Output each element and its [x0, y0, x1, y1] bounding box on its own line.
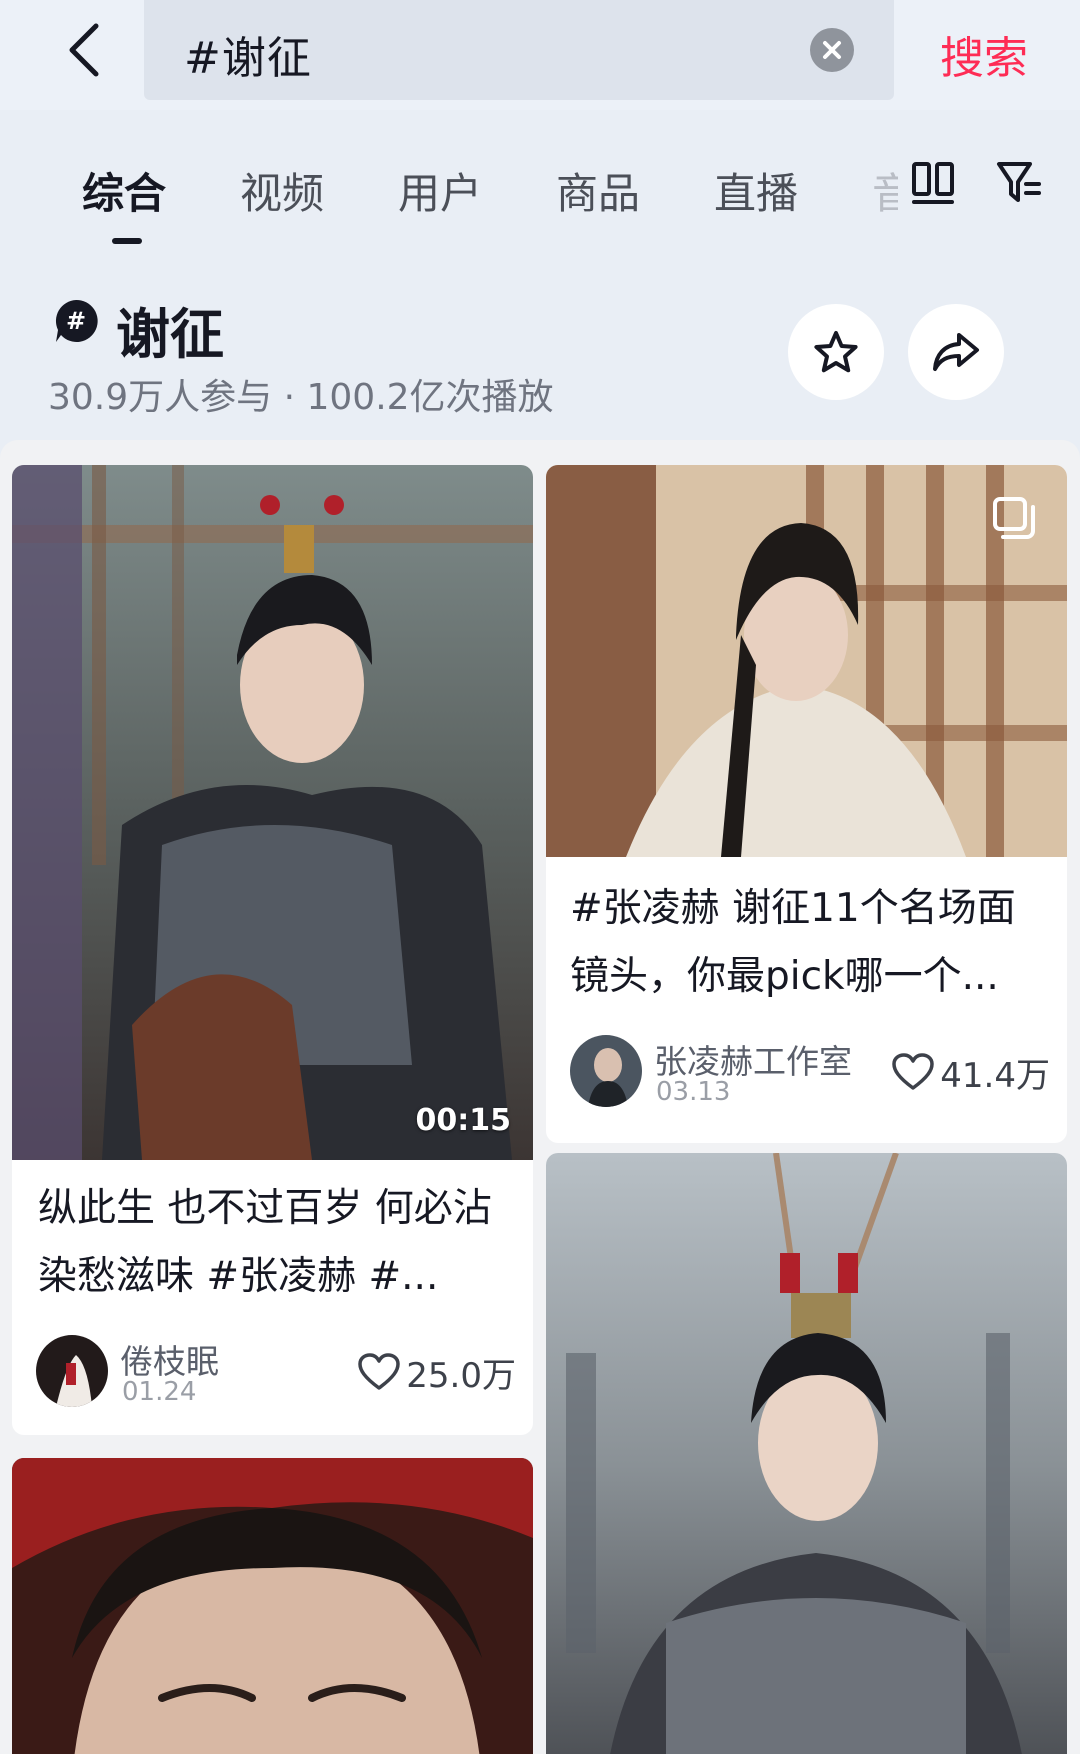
topic-stats: 30.9万人参与 · 100.2亿次播放: [48, 377, 554, 418]
share-arrow-icon: [933, 333, 979, 371]
tab-videos[interactable]: 视频: [240, 160, 324, 221]
avatar[interactable]: [570, 1035, 642, 1107]
post-thumbnail[interactable]: [546, 465, 1067, 857]
double-column-icon[interactable]: [910, 160, 956, 206]
search-submit-button[interactable]: 搜索: [940, 22, 1028, 86]
like-count-text: 25.0万: [406, 1355, 516, 1396]
video-card-partial[interactable]: [12, 1458, 533, 1754]
like-count[interactable]: 25.0万: [358, 1347, 516, 1397]
video-thumbnail[interactable]: [546, 1153, 1067, 1754]
active-tab-indicator: [112, 238, 142, 244]
tab-music-partial[interactable]: 音: [872, 160, 898, 221]
clear-search-button[interactable]: [810, 28, 854, 72]
card-author[interactable]: 张凌赫工作室 03.13 41.4万: [570, 1035, 1050, 1111]
search-query-text[interactable]: #谢征: [184, 22, 312, 86]
like-count-text: 41.4万: [940, 1055, 1050, 1096]
video-thumbnail[interactable]: [12, 1458, 533, 1754]
chevron-left-icon: [69, 23, 99, 77]
card-title[interactable]: #张凌赫 谢征11个名场面镜头，你最pick哪一个...: [570, 875, 1040, 1011]
image-post-card[interactable]: #张凌赫 谢征11个名场面镜头，你最pick哪一个... 张凌赫工作室 03.1…: [546, 465, 1067, 1143]
multi-image-icon: [993, 497, 1035, 539]
video-duration: 00:15: [415, 1103, 512, 1138]
search-header: #谢征 搜索: [0, 0, 1080, 110]
share-button[interactable]: [908, 304, 1004, 400]
back-button[interactable]: [52, 14, 116, 86]
author-name[interactable]: 倦枝眠: [120, 1335, 219, 1383]
avatar[interactable]: [36, 1335, 108, 1407]
svg-text:#: #: [66, 307, 86, 335]
tab-products[interactable]: 商品: [556, 160, 640, 221]
heart-icon: [892, 1053, 935, 1090]
video-card-partial[interactable]: [546, 1153, 1067, 1754]
heart-icon: [358, 1353, 401, 1390]
tab-users[interactable]: 用户: [398, 160, 482, 221]
tab-live[interactable]: 直播: [714, 160, 798, 221]
star-icon: [814, 331, 858, 373]
like-count[interactable]: 41.4万: [892, 1047, 1050, 1097]
post-date: 01.24: [122, 1377, 197, 1407]
search-input[interactable]: #谢征: [144, 0, 894, 100]
topic-title: 谢征: [116, 303, 224, 366]
close-icon: [823, 41, 841, 59]
favorite-button[interactable]: [788, 304, 884, 400]
card-title[interactable]: 纵此生 也不过百岁 何必沾染愁滋味 #张凌赫 #...: [38, 1175, 508, 1311]
video-card[interactable]: 00:15 纵此生 也不过百岁 何必沾染愁滋味 #张凌赫 #... 倦枝眠 01…: [12, 465, 533, 1435]
tab-comprehensive[interactable]: 综合: [82, 160, 166, 221]
result-tabs: 综合 视频 用户 商品 直播 音: [0, 110, 1080, 260]
card-author[interactable]: 倦枝眠 01.24 25.0万: [36, 1335, 516, 1411]
author-name[interactable]: 张凌赫工作室: [654, 1035, 852, 1083]
post-date: 03.13: [656, 1077, 731, 1107]
video-thumbnail[interactable]: 00:15: [12, 465, 533, 1160]
hashtag-icon: #: [55, 299, 98, 342]
filter-icon[interactable]: [996, 158, 1042, 206]
results-feed: 00:15 纵此生 也不过百岁 何必沾染愁滋味 #张凌赫 #... 倦枝眠 01…: [0, 440, 1080, 1754]
topic-header: # 谢征 30.9万人参与 · 100.2亿次播放: [0, 270, 1080, 440]
